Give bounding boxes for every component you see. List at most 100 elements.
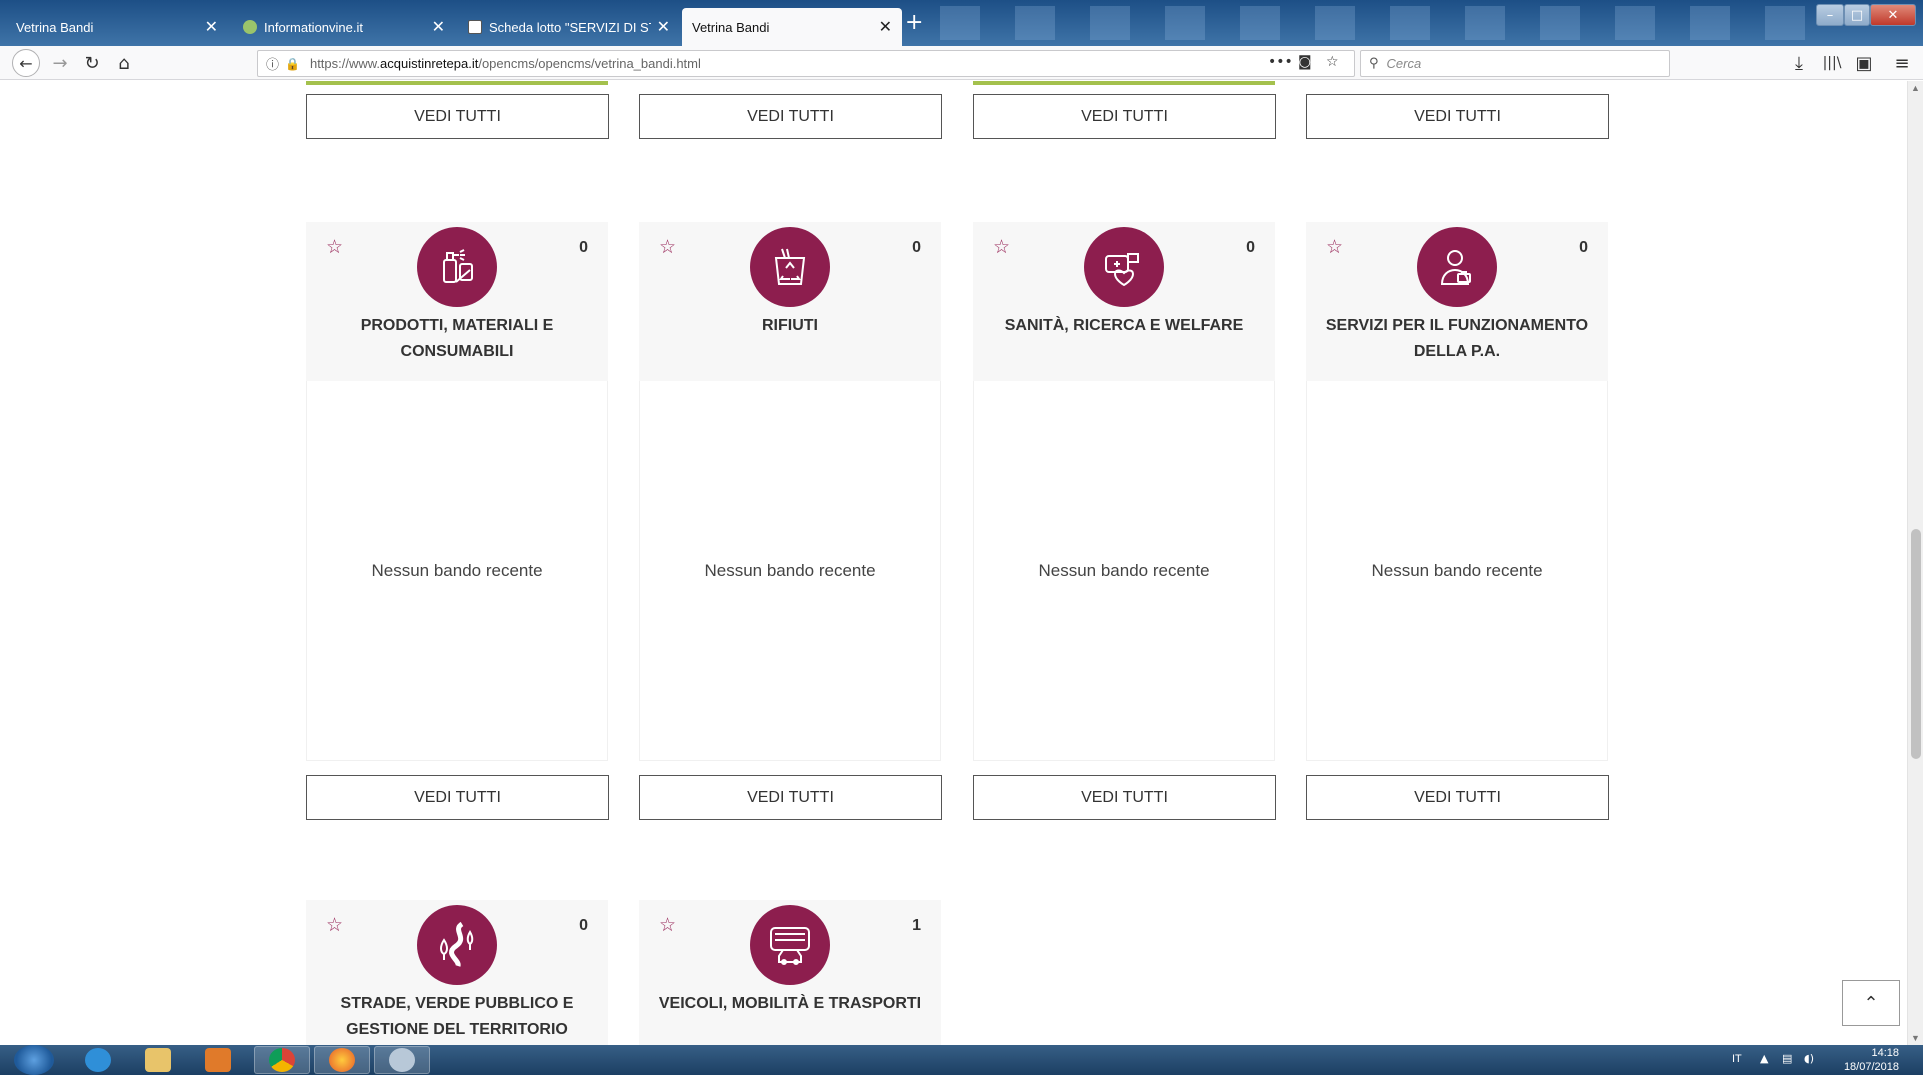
bandi-count: 0	[912, 239, 921, 256]
tab-label: Vetrina Bandi	[16, 19, 94, 35]
system-clock[interactable]: 14:18 18/07/2018	[1844, 1046, 1899, 1074]
vedi-tutti-button[interactable]: VEDI TUTTI	[973, 775, 1276, 820]
scrollbar-thumb[interactable]	[1911, 529, 1921, 759]
vedi-tutti-button[interactable]: VEDI TUTTI	[306, 775, 609, 820]
tab-close-icon[interactable]: ✕	[432, 17, 445, 37]
card-title[interactable]: PRODOTTI, MATERIALI E CONSUMABILI	[316, 313, 598, 365]
vedi-tutti-button[interactable]: VEDI TUTTI	[639, 94, 942, 139]
category-card-sanita: ☆ 0 SANITÀ, RICERCA E WELFARE Nessun ban…	[973, 222, 1275, 761]
sidebar-toggle-icon[interactable]: ▣	[1850, 49, 1878, 77]
tab-vetrina-bandi-1[interactable]: Vetrina Bandi ✕	[6, 8, 228, 46]
informationvine-favicon-icon	[243, 20, 257, 34]
page-actions-menu-icon[interactable]: •••	[1268, 54, 1293, 70]
vedi-tutti-button[interactable]: VEDI TUTTI	[1306, 775, 1609, 820]
card-header: ☆ 0 STRADE, VERDE PUBBLICO E GESTIONE DE…	[306, 900, 608, 1045]
category-card-servizi-pa: ☆ 0 SERVIZI PER IL FUNZIONAMENTO DELLA P…	[1306, 222, 1608, 761]
reload-icon[interactable]: ↻	[78, 49, 106, 77]
search-input[interactable]: ⚲ Cerca	[1360, 50, 1670, 77]
favorite-star-icon[interactable]: ☆	[326, 914, 343, 936]
card-title[interactable]: SANITÀ, RICERCA E WELFARE	[983, 313, 1265, 339]
chrome-icon[interactable]	[254, 1046, 310, 1074]
card-empty-message: Nessun bando recente	[1306, 381, 1608, 761]
card-title[interactable]: STRADE, VERDE PUBBLICO E GESTIONE DEL TE…	[316, 991, 598, 1043]
url-prefix: https://www.	[309, 56, 381, 71]
back-arrow-icon[interactable]: ←	[12, 49, 40, 77]
bandi-count: 0	[1579, 239, 1588, 256]
volume-icon[interactable]: ◖)	[1804, 1052, 1814, 1065]
favorite-star-icon[interactable]: ☆	[1326, 236, 1343, 258]
card-header: ☆ 0 PRODOTTI, MATERIALI E CONSUMABILI	[306, 222, 608, 381]
cleaning-products-icon	[417, 227, 497, 307]
office-worker-icon	[1417, 227, 1497, 307]
tab-close-icon[interactable]: ✕	[205, 17, 218, 37]
tab-vetrina-bandi-active[interactable]: Vetrina Bandi ✕	[682, 8, 902, 46]
vedi-tutti-button[interactable]: VEDI TUTTI	[1306, 94, 1609, 139]
site-info-icon[interactable]: ⓘ	[266, 54, 279, 73]
network-icon[interactable]: ▤	[1782, 1052, 1792, 1065]
scroll-down-arrow-icon[interactable]: ▼	[1911, 1033, 1920, 1043]
favorite-star-icon[interactable]: ☆	[993, 236, 1010, 258]
card-empty-message: Nessun bando recente	[306, 381, 608, 761]
card-accent-bar	[306, 81, 608, 85]
scroll-up-arrow-icon[interactable]: ▲	[1911, 83, 1920, 93]
secure-lock-icon[interactable]: 🔒	[285, 57, 300, 71]
document-favicon-icon	[468, 20, 482, 34]
address-bar[interactable]: ⓘ 🔒 https://www.acquistinretepa.it/openc…	[257, 50, 1355, 77]
firefox-icon[interactable]	[314, 1046, 370, 1074]
tab-close-icon[interactable]: ✕	[879, 17, 892, 37]
bandi-count: 0	[1246, 239, 1255, 256]
bandi-count: 0	[579, 239, 588, 256]
bandi-count: 1	[912, 917, 921, 934]
hamburger-menu-icon[interactable]: ≡	[1888, 49, 1916, 77]
card-title[interactable]: SERVIZI PER IL FUNZIONAMENTO DELLA P.A.	[1316, 313, 1598, 365]
category-card-strade: ☆ 0 STRADE, VERDE PUBBLICO E GESTIONE DE…	[306, 900, 608, 1045]
bus-car-icon	[750, 905, 830, 985]
back-to-top-button[interactable]: ⌃	[1842, 980, 1900, 1026]
downloads-icon[interactable]: ⤓	[1785, 49, 1813, 77]
new-tab-plus-icon[interactable]: +	[905, 10, 923, 35]
close-window-icon[interactable]: ✕	[1870, 4, 1916, 26]
paint-icon[interactable]	[374, 1046, 430, 1074]
windows-taskbar: IT ▲ ▤ ◖) 14:18 18/07/2018	[0, 1045, 1923, 1075]
card-empty-message: Nessun bando recente	[973, 381, 1275, 761]
file-explorer-icon[interactable]	[130, 1046, 186, 1074]
card-title[interactable]: RIFIUTI	[649, 313, 931, 339]
home-icon[interactable]: ⌂	[110, 49, 138, 77]
input-language-indicator[interactable]: IT	[1732, 1053, 1742, 1065]
forward-arrow-icon[interactable]: →	[46, 49, 74, 77]
card-title[interactable]: VEICOLI, MOBILITÀ E TRASPORTI	[649, 991, 931, 1017]
media-player-icon[interactable]	[190, 1046, 246, 1074]
tabbar-background-pattern	[940, 6, 1840, 40]
card-header: ☆ 1 VEICOLI, MOBILITÀ E TRASPORTI	[639, 900, 941, 1045]
windows-start-button-icon[interactable]	[14, 1045, 54, 1075]
search-placeholder: Cerca	[1386, 56, 1422, 71]
card-header: ☆ 0 SANITÀ, RICERCA E WELFARE	[973, 222, 1275, 381]
tab-close-icon[interactable]: ✕	[657, 17, 670, 37]
favorite-star-icon[interactable]: ☆	[659, 914, 676, 936]
internet-explorer-icon[interactable]	[70, 1046, 126, 1074]
library-icon[interactable]: |||\	[1818, 49, 1846, 77]
favorite-star-icon[interactable]: ☆	[659, 236, 676, 258]
category-card-rifiuti: ☆ 0 RIFIUTI Nessun bando recente	[639, 222, 941, 761]
tab-scheda-lotto[interactable]: Scheda lotto "SERVIZI DI STAMP ✕	[458, 8, 680, 46]
pocket-icon[interactable]: ◙	[1298, 54, 1312, 70]
clock-time: 14:18	[1871, 1047, 1899, 1059]
page-scrollbar[interactable]: ▲ ▼	[1907, 81, 1923, 1045]
medical-kit-heart-icon	[1084, 227, 1164, 307]
browser-tab-bar: Vetrina Bandi ✕ Informationvine.it ✕ Sch…	[0, 0, 1923, 46]
tab-informationvine[interactable]: Informationvine.it ✕	[233, 8, 455, 46]
bookmark-star-icon[interactable]: ☆	[1326, 54, 1339, 70]
vedi-tutti-button[interactable]: VEDI TUTTI	[639, 775, 942, 820]
page-viewport: VEDI TUTTI VEDI TUTTI VEDI TUTTI VEDI TU…	[0, 81, 1907, 1045]
vedi-tutti-button[interactable]: VEDI TUTTI	[973, 94, 1276, 139]
minimize-window-icon[interactable]: –	[1816, 4, 1844, 26]
vedi-tutti-button[interactable]: VEDI TUTTI	[306, 94, 609, 139]
road-trees-icon	[417, 905, 497, 985]
tray-expand-icon[interactable]: ▲	[1760, 1052, 1768, 1065]
url-text[interactable]: https://www.acquistinretepa.it/opencms/o…	[310, 56, 701, 71]
favorite-star-icon[interactable]: ☆	[326, 236, 343, 258]
category-card-prodotti: ☆ 0 PRODOTTI, MATERIALI E CONSUMABILI Ne…	[306, 222, 608, 761]
maximize-window-icon[interactable]: □	[1844, 4, 1870, 26]
card-header: ☆ 0 RIFIUTI	[639, 222, 941, 381]
tab-label: Scheda lotto "SERVIZI DI STAMP	[489, 19, 651, 35]
